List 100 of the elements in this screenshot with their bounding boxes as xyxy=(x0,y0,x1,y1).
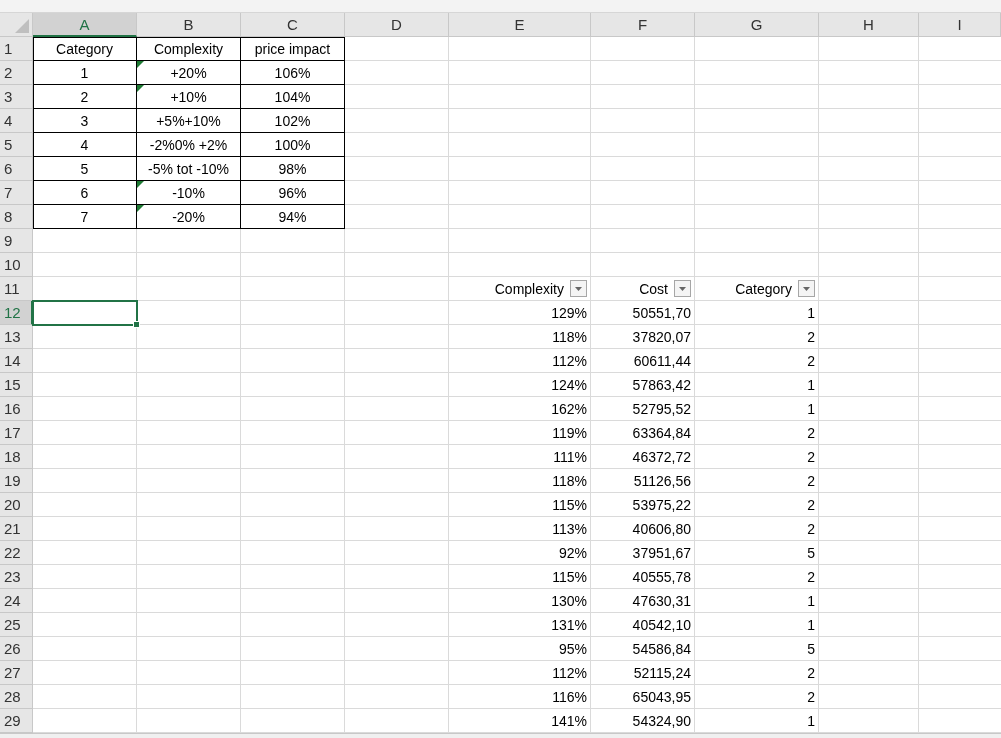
table-cell: 1 xyxy=(807,712,815,729)
table-cell: 3 xyxy=(80,112,89,129)
table-cell: 1 xyxy=(807,616,815,633)
table-cell: 37951,67 xyxy=(632,544,691,561)
table-cell: 2 xyxy=(807,472,815,489)
table-cell: 4 xyxy=(80,136,89,153)
row-header[interactable]: 22 xyxy=(0,541,33,565)
table-cell: 57863,42 xyxy=(632,376,691,393)
table-cell: 37820,07 xyxy=(632,328,691,345)
column-header[interactable]: E xyxy=(449,13,591,37)
column-header[interactable]: H xyxy=(819,13,919,37)
row-header[interactable]: 17 xyxy=(0,421,33,445)
table-cell: 2 xyxy=(807,328,815,345)
row-header[interactable]: 25 xyxy=(0,613,33,637)
row-header[interactable]: 7 xyxy=(0,181,33,205)
table-cell: 5 xyxy=(807,640,815,657)
row-header[interactable]: 23 xyxy=(0,565,33,589)
table-cell: 102% xyxy=(274,112,311,129)
filter-dropdown-button[interactable] xyxy=(674,280,691,297)
column-header[interactable]: F xyxy=(591,13,695,37)
column-heading: price impact xyxy=(254,40,331,57)
row-header[interactable]: 20 xyxy=(0,493,33,517)
row-header[interactable]: 2 xyxy=(0,61,33,85)
table-cell: 53975,22 xyxy=(632,496,691,513)
table-cell: 1 xyxy=(807,376,815,393)
table-cell: 2 xyxy=(807,352,815,369)
table-cell: 130% xyxy=(551,592,587,609)
table-cell: 54586,84 xyxy=(632,640,691,657)
table-cell: 2 xyxy=(807,496,815,513)
table-cell: 112% xyxy=(552,352,587,369)
row-header[interactable]: 28 xyxy=(0,685,33,709)
row-header[interactable]: 4 xyxy=(0,109,33,133)
column-header[interactable]: A xyxy=(33,13,137,37)
table-cell: 63364,84 xyxy=(632,424,691,441)
column-heading: Category xyxy=(56,40,113,57)
table-cell: 98% xyxy=(278,160,307,177)
table-cell: 1 xyxy=(807,592,815,609)
table-cell: 2 xyxy=(807,568,815,585)
table-cell: 52795,52 xyxy=(632,400,691,417)
table-cell: 115% xyxy=(552,496,587,513)
table-cell: 6 xyxy=(80,184,89,201)
row-header[interactable]: 13 xyxy=(0,325,33,349)
table-cell: 5 xyxy=(80,160,89,177)
row-header[interactable]: 29 xyxy=(0,709,33,733)
row-header[interactable]: 3 xyxy=(0,85,33,109)
row-header[interactable]: 19 xyxy=(0,469,33,493)
row-header[interactable]: 18 xyxy=(0,445,33,469)
column-header[interactable]: I xyxy=(919,13,1001,37)
row-header[interactable]: 1 xyxy=(0,37,33,61)
table-cell: 65043,95 xyxy=(632,688,691,705)
row-header[interactable]: 27 xyxy=(0,661,33,685)
table-cell: 51126,56 xyxy=(633,472,691,489)
table-cell: 119% xyxy=(552,424,587,441)
column-header[interactable]: B xyxy=(137,13,241,37)
column-header[interactable]: C xyxy=(241,13,345,37)
row-header[interactable]: 14 xyxy=(0,349,33,373)
table-cell: -20% xyxy=(172,208,205,225)
caret-icon xyxy=(803,286,810,291)
table-cell: 2 xyxy=(80,88,89,105)
row-header[interactable]: 9 xyxy=(0,229,33,253)
table-cell: 100% xyxy=(274,136,311,153)
table-cell: 118% xyxy=(552,472,587,489)
table-cell: +10% xyxy=(170,88,207,105)
table-cell: 40555,78 xyxy=(632,568,691,585)
row-header[interactable]: 8 xyxy=(0,205,33,229)
table-cell: 94% xyxy=(278,208,307,225)
table-cell: 116% xyxy=(552,688,587,705)
row-header[interactable]: 24 xyxy=(0,589,33,613)
table-cell: +20% xyxy=(170,64,207,81)
caret-icon xyxy=(575,286,582,291)
table-cell: +5%+10% xyxy=(156,112,221,129)
cell-cursor[interactable] xyxy=(32,300,138,326)
table-cell: 2 xyxy=(807,688,815,705)
row-header[interactable]: 26 xyxy=(0,637,33,661)
filter-dropdown-button[interactable] xyxy=(570,280,587,297)
row-header[interactable]: 21 xyxy=(0,517,33,541)
column-heading: Category xyxy=(735,280,792,297)
table-cell: 40542,10 xyxy=(632,616,691,633)
table-cell: -5% tot -10% xyxy=(148,160,229,177)
row-header[interactable]: 15 xyxy=(0,373,33,397)
table-cell: 50551,70 xyxy=(632,304,691,321)
table-cell: 2 xyxy=(807,448,815,465)
row-header[interactable]: 6 xyxy=(0,157,33,181)
row-header[interactable]: 12 xyxy=(0,301,33,325)
column-header[interactable]: G xyxy=(695,13,819,37)
row-header[interactable]: 10 xyxy=(0,253,33,277)
row-header[interactable]: 5 xyxy=(0,133,33,157)
column-header[interactable]: D xyxy=(345,13,449,37)
table-cell: 141% xyxy=(551,712,587,729)
table-cell: 40606,80 xyxy=(632,520,691,537)
column-heading: Cost xyxy=(639,280,668,297)
table-cell: 106% xyxy=(274,64,311,81)
row-header[interactable]: 11 xyxy=(0,277,33,301)
table-cell: 95% xyxy=(558,640,587,657)
table-cell: 1 xyxy=(80,64,89,81)
filter-dropdown-button[interactable] xyxy=(798,280,815,297)
caret-icon xyxy=(679,286,686,291)
table-cell: 111% xyxy=(553,448,587,465)
row-header[interactable]: 16 xyxy=(0,397,33,421)
table-cell: 2 xyxy=(807,520,815,537)
